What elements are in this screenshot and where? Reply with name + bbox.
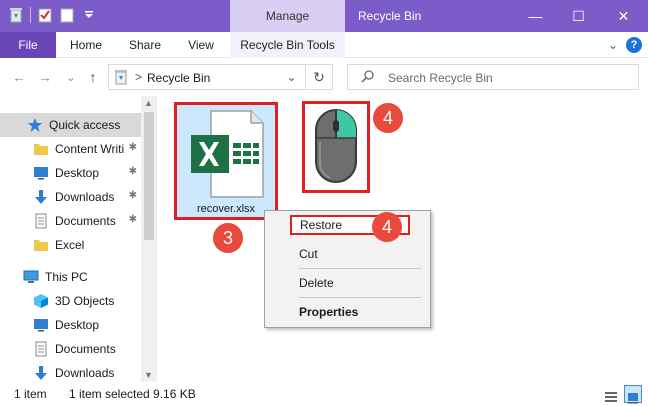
window-title: Recycle Bin	[358, 9, 422, 23]
ribbon-collapse-icon[interactable]: ⌄	[608, 38, 618, 52]
customize-toolbar-icon[interactable]	[81, 6, 97, 24]
tab-view[interactable]: View	[178, 32, 224, 58]
star-icon	[27, 117, 43, 133]
sidebar-item-this-pc[interactable]: This PC	[0, 265, 141, 289]
document-icon	[33, 213, 49, 229]
sidebar-item-label: Documents	[55, 214, 116, 228]
search-input[interactable]: Search Recycle Bin	[388, 71, 493, 85]
refresh-button[interactable]: ↻	[305, 64, 333, 90]
scrollbar-thumb[interactable]	[144, 112, 154, 240]
pin-icon[interactable]: ✱	[129, 214, 137, 225]
sidebar-item-label: Excel	[55, 238, 85, 252]
mouse-illustration	[302, 101, 370, 193]
minimize-button[interactable]: —	[513, 0, 558, 32]
sidebar-item-3d-objects[interactable]: 3D Objects	[0, 289, 141, 313]
new-folder-icon[interactable]	[59, 6, 75, 24]
navigation-bar: ← → ⌄ ↑ > Recycle Bin ⌄ ↻ Search Recycle…	[0, 58, 648, 96]
quick-access-toolbar	[8, 6, 97, 24]
tab-file[interactable]: File	[0, 32, 56, 58]
sidebar-item-content-writing[interactable]: Content Writi ✱	[0, 137, 141, 161]
status-bar: 1 item 1 item selected 9.16 KB	[0, 382, 648, 406]
sidebar-item-label: Downloads	[55, 190, 115, 204]
download-icon	[33, 365, 49, 381]
sidebar-item-downloads-pc[interactable]: Downloads	[0, 361, 141, 382]
title-bar: Manage Recycle Bin — ☐ ✕	[0, 0, 648, 32]
search-icon	[360, 69, 376, 88]
step-badge-4-menu: 4	[372, 212, 402, 242]
download-icon	[33, 189, 49, 205]
folder-icon	[33, 237, 49, 253]
breadcrumb-chevron[interactable]: >	[135, 70, 142, 84]
details-view-button[interactable]	[602, 385, 620, 403]
recycle-bin-icon	[8, 6, 24, 24]
sidebar-item-desktop-pc[interactable]: Desktop	[0, 313, 141, 337]
desktop-icon	[33, 317, 49, 333]
forward-button[interactable]: →	[36, 67, 54, 87]
ribbon-controls: ⌄ ?	[608, 37, 642, 53]
document-icon	[33, 341, 49, 357]
large-icons-view-icon	[626, 391, 640, 406]
properties-check-icon[interactable]	[37, 6, 53, 24]
context-menu: Restore Cut Delete Properties	[264, 210, 431, 328]
manage-context-tab[interactable]: Manage	[230, 0, 345, 32]
large-icons-view-button[interactable]	[624, 385, 642, 406]
address-bar[interactable]: > Recycle Bin ⌄	[108, 64, 333, 90]
ribbon-tabs: File Home Share View Recycle Bin Tools ⌄…	[0, 32, 648, 58]
breadcrumb-recycle-bin[interactable]: Recycle Bin	[147, 71, 210, 85]
file-item-recover-xlsx[interactable]: recover.xlsx	[174, 102, 278, 220]
navigation-pane: Quick access Content Writi ✱ Desktop ✱ D…	[0, 96, 157, 382]
sidebar-item-excel[interactable]: Excel	[0, 233, 141, 257]
sidebar-item-label: Desktop	[55, 166, 100, 180]
menu-separator	[299, 268, 421, 269]
back-button[interactable]: ←	[10, 67, 28, 87]
sidebar-scrollbar[interactable]: ▲ ▼	[141, 96, 157, 382]
tab-share[interactable]: Share	[122, 32, 168, 58]
details-view-icon	[604, 390, 618, 406]
up-button[interactable]: ↑	[84, 67, 102, 87]
cube-icon	[33, 293, 49, 309]
toolbar-separator	[30, 7, 31, 23]
file-name-label: recover.xlsx	[196, 203, 256, 215]
close-button[interactable]: ✕	[601, 0, 646, 32]
folder-icon	[33, 141, 49, 157]
pin-icon[interactable]: ✱	[129, 142, 137, 153]
scroll-up-icon[interactable]: ▲	[144, 98, 153, 108]
step-badge-3: 3	[213, 223, 243, 253]
sidebar-item-label: Desktop	[55, 318, 100, 332]
excel-file-icon	[189, 109, 265, 202]
sidebar-item-label: This PC	[45, 270, 88, 284]
maximize-button[interactable]: ☐	[556, 0, 601, 32]
scroll-down-icon[interactable]: ▼	[144, 370, 153, 380]
recycle-bin-icon	[113, 69, 129, 88]
pin-icon[interactable]: ✱	[129, 190, 137, 201]
sidebar-item-label: Quick access	[49, 118, 121, 132]
desktop-icon	[33, 165, 49, 181]
tab-recycle-bin-tools[interactable]: Recycle Bin Tools	[230, 32, 345, 58]
sidebar-item-documents-pc[interactable]: Documents	[0, 337, 141, 361]
menu-item-properties[interactable]: Properties	[265, 300, 430, 324]
menu-separator	[299, 297, 421, 298]
sidebar-item-label: Downloads	[55, 366, 115, 380]
item-count: 1 item	[14, 387, 47, 401]
computer-icon	[23, 269, 39, 285]
mouse-right-click-icon	[314, 108, 358, 187]
sidebar-item-documents[interactable]: Documents ✱	[0, 209, 141, 233]
sidebar-item-downloads[interactable]: Downloads ✱	[0, 185, 141, 209]
sidebar-item-label: 3D Objects	[55, 294, 115, 308]
address-dropdown-icon[interactable]: ⌄	[278, 65, 304, 89]
recent-locations-button[interactable]: ⌄	[62, 67, 80, 87]
help-icon[interactable]: ?	[626, 37, 642, 53]
search-box[interactable]: Search Recycle Bin	[347, 64, 639, 90]
sidebar-item-desktop[interactable]: Desktop ✱	[0, 161, 141, 185]
step-badge-4-mouse: 4	[373, 103, 403, 133]
tab-home[interactable]: Home	[62, 32, 110, 58]
menu-item-delete[interactable]: Delete	[265, 271, 430, 295]
sidebar-item-quick-access[interactable]: Quick access	[0, 113, 141, 137]
pin-icon[interactable]: ✱	[129, 166, 137, 177]
menu-item-cut[interactable]: Cut	[265, 242, 430, 266]
selection-info: 1 item selected 9.16 KB	[69, 387, 196, 401]
sidebar-item-label: Documents	[55, 342, 116, 356]
sidebar-item-label: Content Writi	[55, 142, 125, 156]
